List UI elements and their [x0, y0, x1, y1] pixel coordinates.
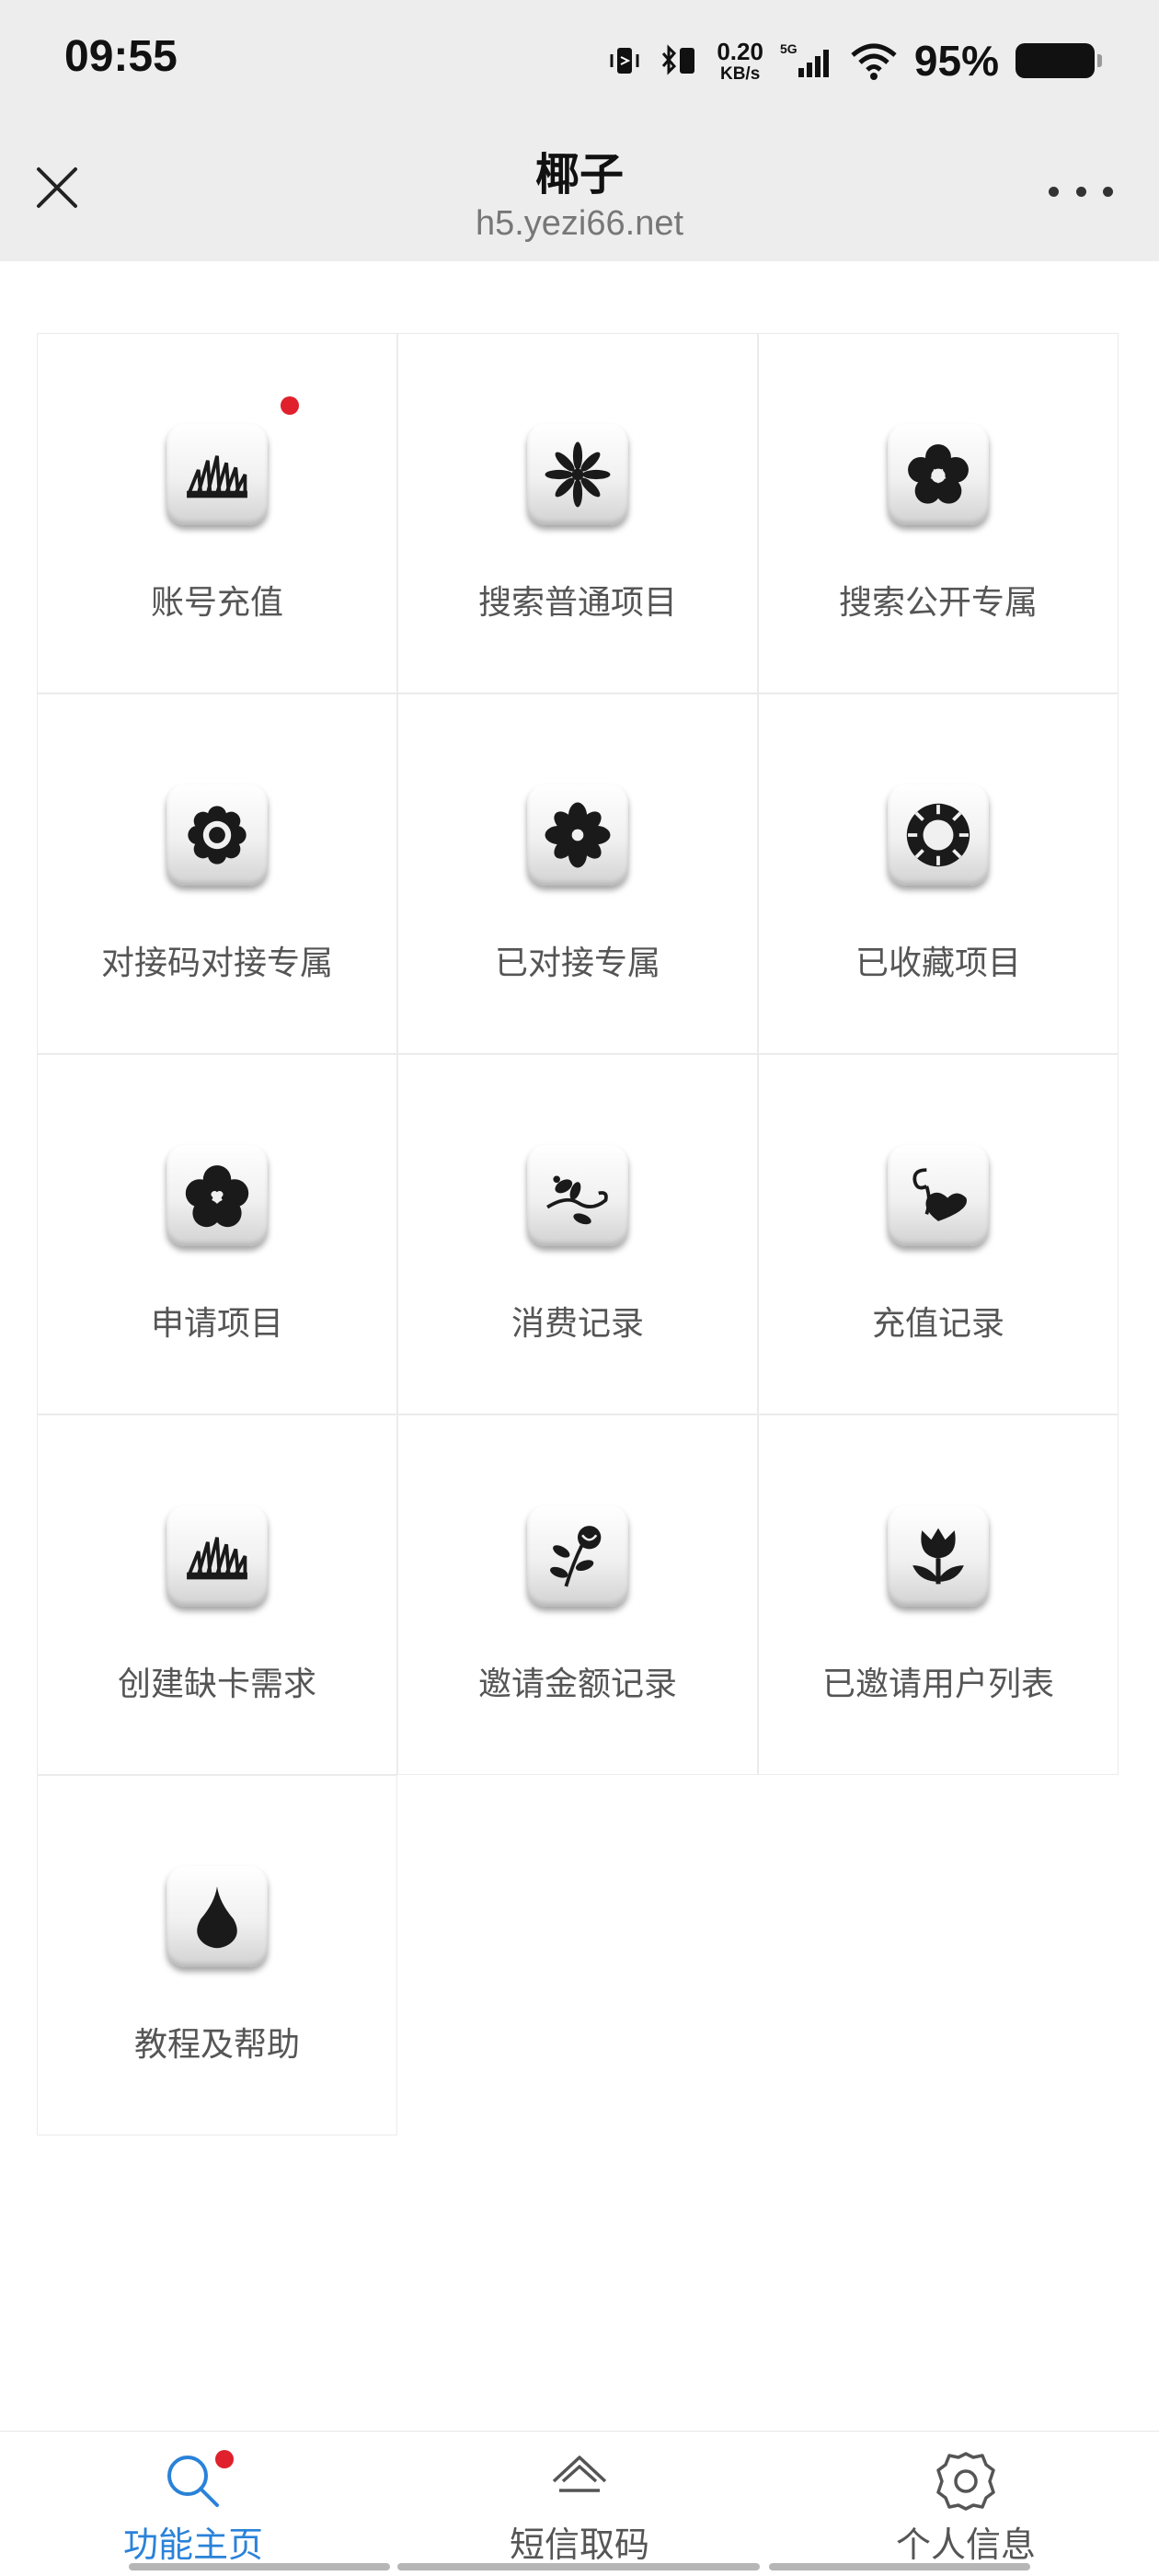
- heart-flower-icon: [166, 1145, 268, 1246]
- vine-icon: [527, 1145, 628, 1246]
- grid-item-favorites[interactable]: 已收藏项目: [758, 693, 1119, 1054]
- vibrate-icon: [610, 48, 639, 74]
- grid-item-label: 创建缺卡需求: [117, 1666, 316, 1703]
- battery-percent: 95%: [913, 37, 999, 85]
- status-icons: 0.20 KB/s 5G 95%: [606, 33, 1102, 88]
- grid-item-label: 充值记录: [871, 1305, 1004, 1343]
- daisy-icon: [166, 784, 268, 886]
- drop-icon: [166, 1866, 268, 1967]
- network-speed: 0.20 KB/s: [717, 40, 763, 83]
- blossom-icon: [527, 784, 628, 886]
- bottom-tab-bar: 功能主页 短信取码 个人信息: [0, 2431, 1159, 2576]
- sun-icon: [888, 784, 989, 886]
- status-bar: 09:55 0.20 KB/s 5G 95%: [0, 0, 1159, 129]
- cellular-signal-icon: 5G: [780, 41, 829, 77]
- notification-badge: [215, 2450, 234, 2468]
- grid-item-connected[interactable]: 已对接专属: [397, 693, 758, 1054]
- tab-label: 功能主页: [122, 2524, 263, 2565]
- tab-label: 个人信息: [895, 2524, 1036, 2565]
- scroll-indicator: [769, 2563, 1030, 2570]
- scroll-indicator: [129, 2563, 390, 2570]
- grid-item-recharge-records[interactable]: 充值记录: [758, 1054, 1119, 1414]
- wifi-icon: [851, 43, 897, 80]
- heart-swirl-icon: [888, 1145, 989, 1246]
- grid-item-tutorial-help[interactable]: 教程及帮助: [37, 1775, 397, 2135]
- grid-item-label: 申请项目: [150, 1305, 283, 1343]
- grid-item-consumption-records[interactable]: 消费记录: [397, 1054, 758, 1414]
- notification-badge: [281, 396, 299, 415]
- grid-item-apply-project[interactable]: 申请项目: [37, 1054, 397, 1414]
- top-bar: 09:55 0.20 KB/s 5G 95% 椰子 h5.yezi66.net: [0, 0, 1159, 261]
- star-flower-icon: [527, 424, 628, 525]
- grid-item-label: 对接码对接专属: [100, 945, 333, 982]
- page-url: h5.yezi66.net: [475, 204, 684, 243]
- network-speed-unit: KB/s: [719, 63, 761, 84]
- grid-item-label: 已邀请用户列表: [821, 1666, 1054, 1703]
- grid-item-invited-users[interactable]: 已邀请用户列表: [758, 1414, 1119, 1775]
- grid-item-label: 邀请金额记录: [477, 1666, 677, 1703]
- gear-icon: [936, 2452, 995, 2511]
- page-title: 椰子: [534, 149, 624, 200]
- status-time: 09:55: [64, 32, 178, 81]
- grass-icon: [166, 1506, 268, 1607]
- tab-sms-code[interactable]: 短信取码: [386, 2432, 773, 2576]
- grid-item-label: 搜索普通项目: [477, 584, 677, 622]
- bluetooth-battery-icon: [662, 44, 695, 75]
- network-type: 5G: [780, 41, 798, 56]
- grid-item-label: 消费记录: [511, 1305, 644, 1343]
- grid-item-label: 搜索公开专属: [838, 584, 1038, 622]
- grass-icon: [166, 424, 268, 525]
- grid-item-invite-amount-records[interactable]: 邀请金额记录: [397, 1414, 758, 1775]
- grid-item-label: 已收藏项目: [855, 945, 1021, 982]
- grid-item-create-request[interactable]: 创建缺卡需求: [37, 1414, 397, 1775]
- grid-item-label: 账号充值: [150, 584, 283, 622]
- grid-item-search-normal[interactable]: 搜索普通项目: [397, 333, 758, 693]
- home-icon: [552, 2456, 607, 2492]
- grid-item-label: 教程及帮助: [133, 2026, 300, 2064]
- rose-icon: [527, 1506, 628, 1607]
- tab-profile[interactable]: 个人信息: [773, 2432, 1159, 2576]
- scroll-indicator: [397, 2563, 760, 2570]
- tulip-icon: [888, 1506, 989, 1607]
- tab-home[interactable]: 功能主页: [0, 2432, 386, 2576]
- more-menu-icon[interactable]: [1049, 178, 1113, 204]
- grid-item-search-public[interactable]: 搜索公开专属: [758, 333, 1119, 693]
- battery-icon: [1016, 43, 1102, 78]
- grid-item-account-recharge[interactable]: 账号充值: [37, 333, 397, 693]
- network-speed-value: 0.20: [717, 37, 763, 65]
- grid-item-label: 已对接专属: [494, 945, 660, 982]
- flower-icon: [888, 424, 989, 525]
- grid-item-code-connect[interactable]: 对接码对接专属: [37, 693, 397, 1054]
- tab-label: 短信取码: [509, 2524, 649, 2565]
